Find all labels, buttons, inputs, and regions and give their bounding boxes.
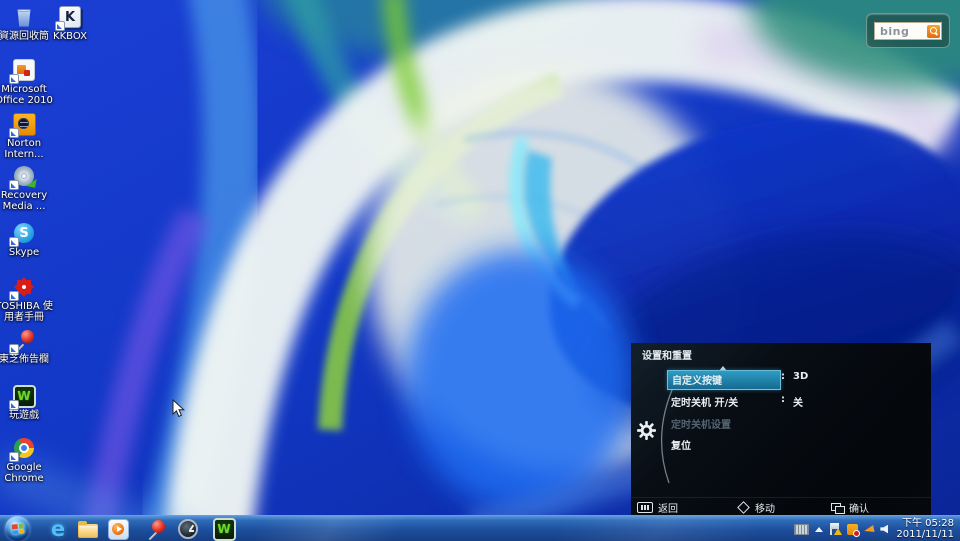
- desktop-icon-play-games[interactable]: W 玩遊戲: [0, 383, 54, 421]
- osd-item-custom-key[interactable]: 自定义按键 : 3D: [667, 370, 907, 385]
- windows-flag-icon: [11, 523, 24, 534]
- osd-item-label: 定时关机 开/关: [667, 393, 742, 411]
- desktop-icon-label: Recovery Media ...: [0, 190, 54, 212]
- desktop-icon-skype[interactable]: S Skype: [0, 220, 54, 258]
- osd-confirm-button[interactable]: 确认: [831, 500, 869, 515]
- shortcut-arrow-icon: [9, 452, 19, 462]
- search-input[interactable]: bing: [874, 22, 942, 40]
- taskbar-media-player[interactable]: [104, 517, 132, 541]
- system-tray: 下午 05:28 2011/11/11: [794, 516, 958, 541]
- show-hidden-icons-chevron[interactable]: [815, 527, 823, 532]
- desktop-icon-microsoft-office[interactable]: Microsoft Office 2010: [0, 57, 54, 106]
- desktop-icon-toshiba-manual[interactable]: TOSHIBA 使用者手冊: [0, 274, 54, 323]
- osd-item-label: 自定义按键: [667, 370, 781, 390]
- confirm-icon: [831, 503, 844, 513]
- osd-item-label: 定时关机设置: [667, 415, 735, 433]
- taskbar-wildtangent-games[interactable]: W: [210, 517, 238, 541]
- shortcut-arrow-icon: [9, 400, 19, 410]
- wildtangent-icon: W: [213, 518, 236, 541]
- shortcut-arrow-icon: [9, 291, 19, 301]
- desktop-icon-label: Microsoft Office 2010: [0, 84, 54, 106]
- taskbar-clock-app[interactable]: [174, 517, 202, 541]
- folder-icon: [78, 524, 98, 538]
- desktop-icon-toshiba-bulletin[interactable]: 東芝佈告欄: [0, 327, 54, 365]
- osd-item-timed-shutdown-toggle[interactable]: 定时关机 开/关 : 关: [667, 393, 907, 408]
- desktop-icon-label: Google Chrome: [0, 462, 54, 484]
- desktop-icon-label: Norton Intern...: [0, 138, 54, 160]
- taskbar-windows-explorer[interactable]: [74, 517, 102, 541]
- desktop-icon-label: 東芝佈告欄: [0, 354, 54, 365]
- search-button[interactable]: [927, 25, 940, 38]
- osd-item-reset[interactable]: 复位: [667, 436, 907, 451]
- desktop-icon-google-chrome[interactable]: Google Chrome: [0, 435, 54, 484]
- shortcut-arrow-icon: [9, 344, 19, 354]
- osd-item-label: 复位: [667, 436, 695, 454]
- osd-footer-label: 移动: [755, 500, 775, 515]
- desktop-icon-norton[interactable]: Norton Intern...: [0, 111, 54, 160]
- taskbar-toshiba-bulletin[interactable]: [142, 517, 170, 541]
- internet-explorer-icon: e: [51, 519, 65, 539]
- shortcut-arrow-icon: [9, 74, 19, 84]
- osd-footer-label: 返回: [658, 500, 678, 515]
- osd-item-timed-shutdown-settings: 定时关机设置: [667, 415, 907, 430]
- shortcut-arrow-icon: [9, 237, 19, 247]
- bing-search-gadget[interactable]: bing: [866, 13, 950, 48]
- volume-icon[interactable]: [880, 525, 888, 534]
- shortcut-arrow-icon: [9, 180, 19, 190]
- shortcut-arrow-icon: [9, 128, 19, 138]
- gear-icon: [637, 421, 656, 440]
- osd-footer: 返回 移动 确认: [631, 497, 931, 515]
- language-keyboard-icon[interactable]: [794, 524, 809, 535]
- osd-separator: :: [781, 371, 785, 382]
- desktop-icon-label: TOSHIBA 使用者手冊: [0, 301, 54, 323]
- osd-footer-label: 确认: [849, 500, 869, 515]
- move-icon: [737, 501, 750, 514]
- shortcut-arrow-icon: [55, 21, 65, 31]
- clock-date: 2011/11/11: [896, 529, 954, 540]
- desktop-icon-label: Skype: [0, 247, 54, 258]
- osd-item-value: 3D: [793, 371, 808, 382]
- osd-back-button[interactable]: 返回: [637, 500, 678, 515]
- norton-tray-icon[interactable]: [847, 524, 858, 535]
- pushpin-icon: [146, 519, 166, 539]
- menu-icon: [637, 502, 653, 513]
- osd-item-value: 关: [793, 394, 803, 409]
- media-player-icon: [108, 519, 129, 540]
- osd-title: 设置和重置: [642, 347, 692, 362]
- action-center-flag-icon[interactable]: [829, 523, 841, 535]
- taskbar-internet-explorer[interactable]: e: [44, 517, 72, 541]
- recycle-bin-icon: [16, 8, 32, 27]
- taskbar-clock[interactable]: 下午 05:28 2011/11/11: [894, 518, 958, 540]
- desktop-icon-recovery-media[interactable]: Recovery Media ...: [0, 163, 54, 212]
- osd-separator: :: [781, 394, 785, 405]
- taskbar: e W 下午 05:28 2011/11/11: [0, 515, 960, 541]
- toshiba-eco-icon[interactable]: [864, 525, 875, 534]
- bing-logo: bing: [875, 25, 927, 38]
- desktop-icon-label: KKBOX: [40, 31, 100, 42]
- desktop-icon-kkbox[interactable]: K KKBOX: [40, 4, 100, 42]
- clock-time: 下午 05:28: [896, 518, 954, 529]
- osd-move-button[interactable]: 移动: [737, 500, 775, 515]
- clock-app-icon: [178, 519, 198, 539]
- osd-settings-panel: 设置和重置 自定义按键 : 3D 定时关机 开/关: [631, 343, 931, 515]
- desktop-icon-label: 玩遊戲: [0, 410, 54, 421]
- start-button[interactable]: [5, 516, 30, 541]
- desktop-screen: 資源回收筒 K KKBOX Microsoft Office 2010 Nort…: [0, 0, 960, 541]
